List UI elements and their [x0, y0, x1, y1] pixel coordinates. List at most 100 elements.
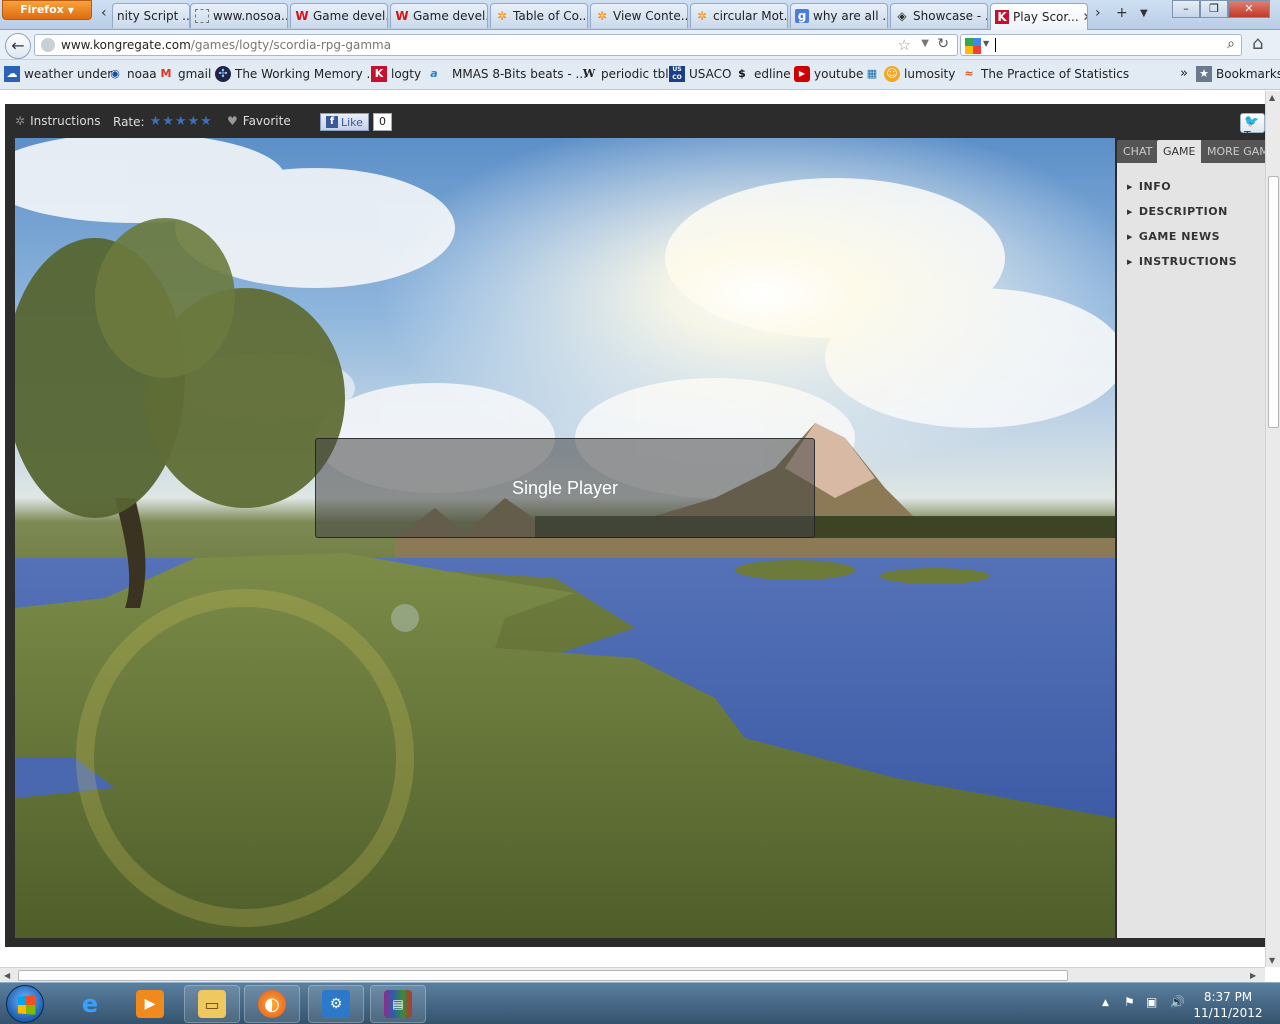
google-search-engine-icon[interactable] — [965, 38, 981, 54]
favorite-label: Favorite — [242, 114, 291, 128]
tab-2[interactable]: www.nosoa... — [190, 3, 288, 28]
chevron-down-icon: ▼ — [67, 6, 74, 15]
text-caret — [995, 38, 996, 52]
panel-item-instructions[interactable]: INSTRUCTIONS — [1127, 255, 1237, 268]
vertical-scrollbar[interactable]: ▲ ▼ — [1265, 91, 1280, 967]
bookmark-practice-statistics[interactable]: ≈ The Practice of Statistics — [961, 66, 1129, 82]
bookmark-usaco[interactable]: US CO USACO — [669, 66, 731, 82]
tab-label: Play Scor... — [1013, 10, 1079, 24]
new-tab-icon[interactable]: + — [1116, 5, 1128, 21]
bookmark-youtube[interactable]: ▶ youtube — [794, 66, 863, 82]
rating-stars[interactable]: ★★★★★ — [150, 114, 213, 129]
taskbar-media-player[interactable]: ▶ — [122, 985, 178, 1023]
tab-scroll-right-icon[interactable]: › — [1095, 5, 1101, 21]
show-hidden-icons[interactable]: ▲ — [1102, 998, 1109, 1008]
list-tabs-icon[interactable]: ▼ — [1140, 8, 1148, 19]
facebook-like-button[interactable]: f Like — [320, 113, 369, 131]
network-icon[interactable]: ▣ — [1146, 995, 1157, 1009]
firefox-menu-button[interactable]: Firefox ▼ — [2, 0, 92, 20]
tab-4[interactable]: W Game devel... — [390, 3, 488, 28]
restore-icon[interactable]: ❐ — [1200, 0, 1228, 18]
minimize-icon[interactable]: – — [1172, 0, 1200, 18]
winrar-icon: ▤ — [384, 990, 412, 1018]
search-box[interactable]: ▼ ⌕ — [960, 34, 1242, 56]
taskbar-ie[interactable]: e — [62, 985, 118, 1023]
chevron-down-icon[interactable]: ▼ — [983, 39, 989, 48]
scroll-down-icon[interactable]: ▼ — [1269, 956, 1275, 965]
bookmark-label: The Working Memory ... — [235, 67, 378, 81]
tab-8[interactable]: g why are all ... — [790, 3, 888, 28]
single-player-button[interactable]: Single Player — [315, 438, 815, 538]
panel-item-info[interactable]: INFO — [1127, 180, 1171, 193]
bookmark-mmas[interactable]: a MMAS 8-Bits beats - ... — [426, 66, 587, 82]
game-canvas[interactable]: Single Player — [15, 138, 1115, 938]
bookmarks-menu[interactable]: ★ Bookmarks — [1196, 66, 1280, 82]
media-player-icon: ▶ — [136, 990, 164, 1018]
bookmark-lumosity[interactable]: ▦ ☺ lumosity — [864, 66, 955, 82]
panel-item-game-news[interactable]: GAME NEWS — [1127, 230, 1220, 243]
bookmark-gmail[interactable]: Mgmail — [158, 66, 212, 82]
usaco-icon: US CO — [669, 66, 685, 82]
bookmark-noaa[interactable]: ◉ noaa — [107, 66, 156, 82]
tab-game[interactable]: GAME — [1157, 140, 1202, 163]
tab-7[interactable]: ✲ circular Mot... — [690, 3, 788, 28]
horizontal-scroll-thumb[interactable] — [18, 970, 1068, 981]
panel-item-description[interactable]: DESCRIPTION — [1127, 205, 1228, 218]
taskbar-app-4[interactable]: ⚙ — [308, 985, 364, 1023]
game-toolbar: ✲ Instructions Rate: ★★★★★ ♥ Favorite f … — [5, 104, 1265, 142]
horizontal-scrollbar[interactable]: ◀ ▶ — [0, 967, 1265, 982]
reload-icon[interactable]: ↻ — [937, 36, 949, 52]
site-identity-icon[interactable] — [41, 38, 55, 52]
tab-9[interactable]: ◈ Showcase - ... — [890, 3, 988, 28]
home-icon[interactable]: ⌂ — [1252, 33, 1263, 54]
bookmark-edline[interactable]: $ edline — [734, 66, 790, 82]
page-content: ✲ Instructions Rate: ★★★★★ ♥ Favorite f … — [0, 91, 1275, 967]
vertical-scroll-thumb[interactable] — [1268, 176, 1279, 428]
tab-6[interactable]: ✲ View Conte... — [590, 3, 688, 28]
youtube-icon: ▶ — [794, 66, 810, 82]
close-window-icon[interactable]: ✕ — [1228, 0, 1270, 18]
more-bookmarks-icon[interactable]: » — [1180, 66, 1188, 81]
bookmark-logty[interactable]: Klogty — [371, 66, 421, 82]
bookmark-working-memory[interactable]: ✣ The Working Memory ... — [215, 66, 378, 82]
volume-icon[interactable]: 🔊 — [1170, 995, 1185, 1009]
url-bar[interactable]: www.kongregate.com/games/logty/scordia-r… — [34, 34, 958, 56]
taskbar-firefox[interactable]: ◐ — [244, 985, 300, 1023]
start-button[interactable] — [6, 985, 44, 1023]
back-button[interactable]: ← — [5, 33, 31, 59]
bookmark-star-icon[interactable]: ☆ — [898, 36, 911, 54]
history-dropdown-icon[interactable]: ▼ — [921, 38, 929, 49]
bookmark-periodic-tbl[interactable]: Wperiodic tbl — [581, 66, 669, 82]
close-tab-icon[interactable]: ✕ — [1083, 10, 1087, 24]
dots-icon: ✲ — [496, 9, 508, 23]
tab-1[interactable]: nity Script ... — [112, 3, 190, 28]
instructions-link[interactable]: ✲ Instructions — [15, 114, 101, 128]
side-panel-tabs: CHAT GAME MORE GAM — [1117, 138, 1275, 163]
system-clock[interactable]: 8:37 PM 11/11/2012 — [1188, 989, 1268, 1021]
tab-label: www.nosoa... — [213, 9, 288, 23]
like-count: 0 — [372, 113, 392, 131]
tab-3[interactable]: W Game devel... — [290, 3, 388, 28]
tab-5[interactable]: ✲ Table of Co... — [490, 3, 588, 28]
firefox-icon: ◐ — [258, 990, 286, 1018]
scroll-left-icon[interactable]: ◀ — [4, 971, 10, 980]
tab-label: Game devel... — [313, 9, 387, 23]
url-path: /games/logty/scordia-rpg-gamma — [190, 38, 392, 52]
tab-chat[interactable]: CHAT — [1117, 140, 1159, 163]
favorite-button[interactable]: ♥ Favorite — [227, 114, 291, 128]
scroll-right-icon[interactable]: ▶ — [1250, 971, 1256, 980]
tab-scroll-left-icon[interactable]: ‹ — [101, 5, 107, 21]
tab-label: Showcase - ... — [913, 9, 987, 23]
bookmark-weather-under[interactable]: ☁ weather under — [4, 66, 112, 82]
tweet-button[interactable]: 🐦T — [1240, 113, 1265, 142]
gmail-icon: M — [160, 67, 172, 80]
scroll-up-icon[interactable]: ▲ — [1269, 93, 1275, 102]
tab-more-games[interactable]: MORE GAM — [1201, 140, 1275, 163]
taskbar-winrar[interactable]: ▤ — [370, 985, 426, 1023]
action-center-flag-icon[interactable]: ⚑ — [1124, 995, 1135, 1009]
tab-10-active[interactable]: K Play Scor... ✕ — [990, 3, 1088, 30]
taskbar-explorer[interactable]: ▭ — [184, 985, 240, 1023]
heart-icon: ♥ — [227, 114, 238, 128]
bookmark-label: gmail — [178, 67, 212, 81]
search-icon[interactable]: ⌕ — [1227, 36, 1235, 52]
